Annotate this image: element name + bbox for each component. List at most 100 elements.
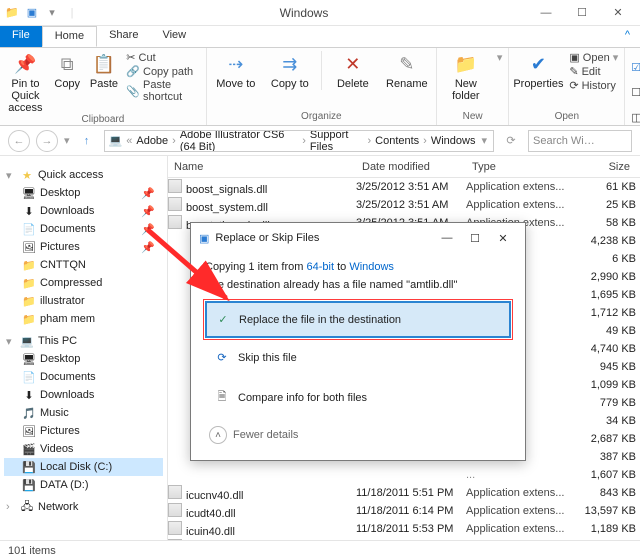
copy-to-button[interactable]: ⇉Copy to — [267, 51, 313, 90]
this-pc-root[interactable]: ▾💻This PC — [4, 332, 163, 350]
sidebar-item[interactable]: 📁Compressed — [4, 274, 163, 292]
table-row[interactable]: icucnv40.dll11/18/2011 5:51 PMApplicatio… — [168, 484, 640, 502]
edit-button[interactable]: ✎Edit — [569, 65, 618, 78]
folder-icon: 📁 — [22, 312, 36, 326]
tab-home[interactable]: Home — [42, 26, 97, 47]
dropdown-icon[interactable]: ▾ — [44, 5, 60, 21]
copy-from-link[interactable]: 64-bit — [306, 261, 334, 273]
cut-button[interactable]: ✂Cut — [126, 51, 200, 64]
col-type[interactable]: Type — [466, 161, 576, 173]
search-input[interactable]: Search Wi… — [528, 130, 632, 152]
properties-icon: ✔ — [525, 51, 551, 77]
sidebar-item[interactable]: 🖥Desktop — [4, 350, 163, 368]
paste-button[interactable]: 📋Paste — [90, 51, 119, 114]
table-row[interactable]: boost_system.dll3/25/2012 3:51 AMApplica… — [168, 196, 640, 214]
group-select-label: Select — [631, 129, 640, 140]
fewer-details-button[interactable]: ˄ Fewer details — [205, 420, 511, 450]
new-folder-button[interactable]: 📁New folder — [443, 51, 489, 102]
group-new-label: New — [443, 111, 503, 122]
table-row[interactable]: icuuc40.dll11/18/2011 5:51 PMApplication… — [168, 538, 640, 540]
column-headers[interactable]: Name Date modified Type Size — [168, 156, 640, 178]
up-button[interactable]: ↑ — [76, 130, 98, 152]
dialog-minimize-button[interactable]: — — [433, 232, 461, 244]
tab-share[interactable]: Share — [97, 26, 150, 47]
sidebar-item[interactable]: 🎬Videos — [4, 440, 163, 458]
invert-selection-button[interactable]: ◫Invert selection — [631, 105, 640, 129]
delete-button[interactable]: ✕Delete — [330, 51, 376, 90]
dialog-close-button[interactable]: ✕ — [489, 232, 517, 245]
sidebar-item[interactable]: 🖼Pictures📌 — [4, 238, 163, 256]
open-icon: ▣ — [569, 51, 579, 64]
rename-button[interactable]: ✎Rename — [384, 51, 430, 90]
forward-button[interactable]: → — [36, 130, 58, 152]
compare-option[interactable]: 🗎 Compare info for both files — [205, 377, 511, 418]
select-none-button[interactable]: ☐Select none — [631, 80, 640, 104]
open-button[interactable]: ▣Open ▾ — [569, 51, 618, 64]
drive-icon: 💾 — [22, 460, 36, 474]
history-button[interactable]: ⟳History — [569, 79, 618, 92]
sidebar-item[interactable]: 🎵Music — [4, 404, 163, 422]
sidebar-item[interactable]: 💾DATA (D:) — [4, 476, 163, 494]
sidebar-item[interactable]: 🖼Pictures — [4, 422, 163, 440]
window-buttons: — ☐ ✕ — [528, 2, 636, 24]
move-to-button[interactable]: ⇢Move to — [213, 51, 259, 90]
sidebar-item[interactable]: 🖥Desktop📌 — [4, 184, 163, 202]
pin-icon: 📌 — [12, 51, 38, 77]
copy-progress-line: Copying 1 item from 64-bit to Windows — [205, 261, 511, 273]
quick-access-root[interactable]: ▾★Quick access — [4, 166, 163, 184]
sidebar-item[interactable]: ⬇Downloads📌 — [4, 202, 163, 220]
tab-file[interactable]: File — [0, 26, 42, 47]
table-row[interactable]: boost_signals.dll3/25/2012 3:51 AMApplic… — [168, 178, 640, 196]
ribbon-expand-icon[interactable]: ^ — [615, 26, 640, 47]
drive-icon: 🎵 — [22, 406, 36, 420]
close-button[interactable]: ✕ — [600, 2, 636, 24]
network-icon: 🖧 — [20, 500, 34, 514]
pin-quick-access-button[interactable]: 📌Pin to Quick access — [6, 51, 45, 114]
file-icon: ▣ — [24, 5, 40, 21]
copy-to-link[interactable]: Windows — [349, 261, 394, 273]
col-size[interactable]: Size — [576, 161, 636, 173]
folder-icon: 📁 — [22, 258, 36, 272]
status-bar: 101 items — [0, 540, 640, 560]
rename-icon: ✎ — [394, 51, 420, 77]
sidebar-item[interactable]: 💾Local Disk (C:) — [4, 458, 163, 476]
properties-button[interactable]: ✔Properties — [515, 51, 561, 92]
select-all-button[interactable]: ☑Select all — [631, 55, 640, 79]
col-date[interactable]: Date modified — [356, 161, 466, 173]
dialog-title: Replace or Skip Files — [215, 232, 433, 244]
pc-icon: 💻 — [109, 134, 123, 147]
dialog-maximize-button[interactable]: ☐ — [461, 232, 489, 245]
table-row[interactable]: icuin40.dll11/18/2011 5:53 PMApplication… — [168, 520, 640, 538]
breadcrumb[interactable]: 💻 « Adobe› Adobe Illustrator CS6 (64 Bit… — [104, 130, 494, 152]
paste-shortcut-button[interactable]: 📎Paste shortcut — [126, 79, 200, 103]
sidebar-item[interactable]: 📁CNTTQN — [4, 256, 163, 274]
tab-view[interactable]: View — [150, 26, 198, 47]
compare-icon: 🗎 — [214, 388, 230, 407]
copy-icon: ⧉ — [54, 51, 80, 77]
group-clipboard-label: Clipboard — [6, 114, 200, 125]
network-root[interactable]: ›🖧Network — [4, 498, 163, 516]
copy-path-button[interactable]: 🔗Copy path — [126, 65, 200, 78]
skip-option[interactable]: ⟳ Skip this file — [205, 340, 511, 375]
new-item-icon[interactable]: ▾ — [497, 51, 503, 64]
table-row[interactable]: icudt40.dll11/18/2011 6:14 PMApplication… — [168, 502, 640, 520]
moveto-icon: ⇢ — [223, 51, 249, 77]
sidebar-item[interactable]: 📄Documents — [4, 368, 163, 386]
window-title: Windows — [80, 6, 528, 20]
drive-icon: 🎬 — [22, 442, 36, 456]
drive-icon: 📄 — [22, 370, 36, 384]
sidebar-item[interactable]: ⬇Downloads — [4, 386, 163, 404]
recent-dropdown-icon[interactable]: ▾ — [64, 134, 70, 147]
sidebar-item[interactable]: 📄Documents📌 — [4, 220, 163, 238]
maximize-button[interactable]: ☐ — [564, 2, 600, 24]
sidebar-item[interactable]: 📁illustrator — [4, 292, 163, 310]
sidebar-item[interactable]: 📁pham mem — [4, 310, 163, 328]
folder-icon: ⬇ — [22, 204, 36, 218]
copy-button[interactable]: ⧉Copy — [53, 51, 82, 114]
minimize-button[interactable]: — — [528, 2, 564, 24]
refresh-button[interactable]: ⟳ — [500, 130, 522, 152]
col-name[interactable]: Name — [168, 161, 356, 173]
back-button[interactable]: ← — [8, 130, 30, 152]
table-row[interactable]: ...1,607 KB — [168, 466, 640, 484]
replace-option[interactable]: ✓ Replace the file in the destination — [205, 301, 511, 338]
